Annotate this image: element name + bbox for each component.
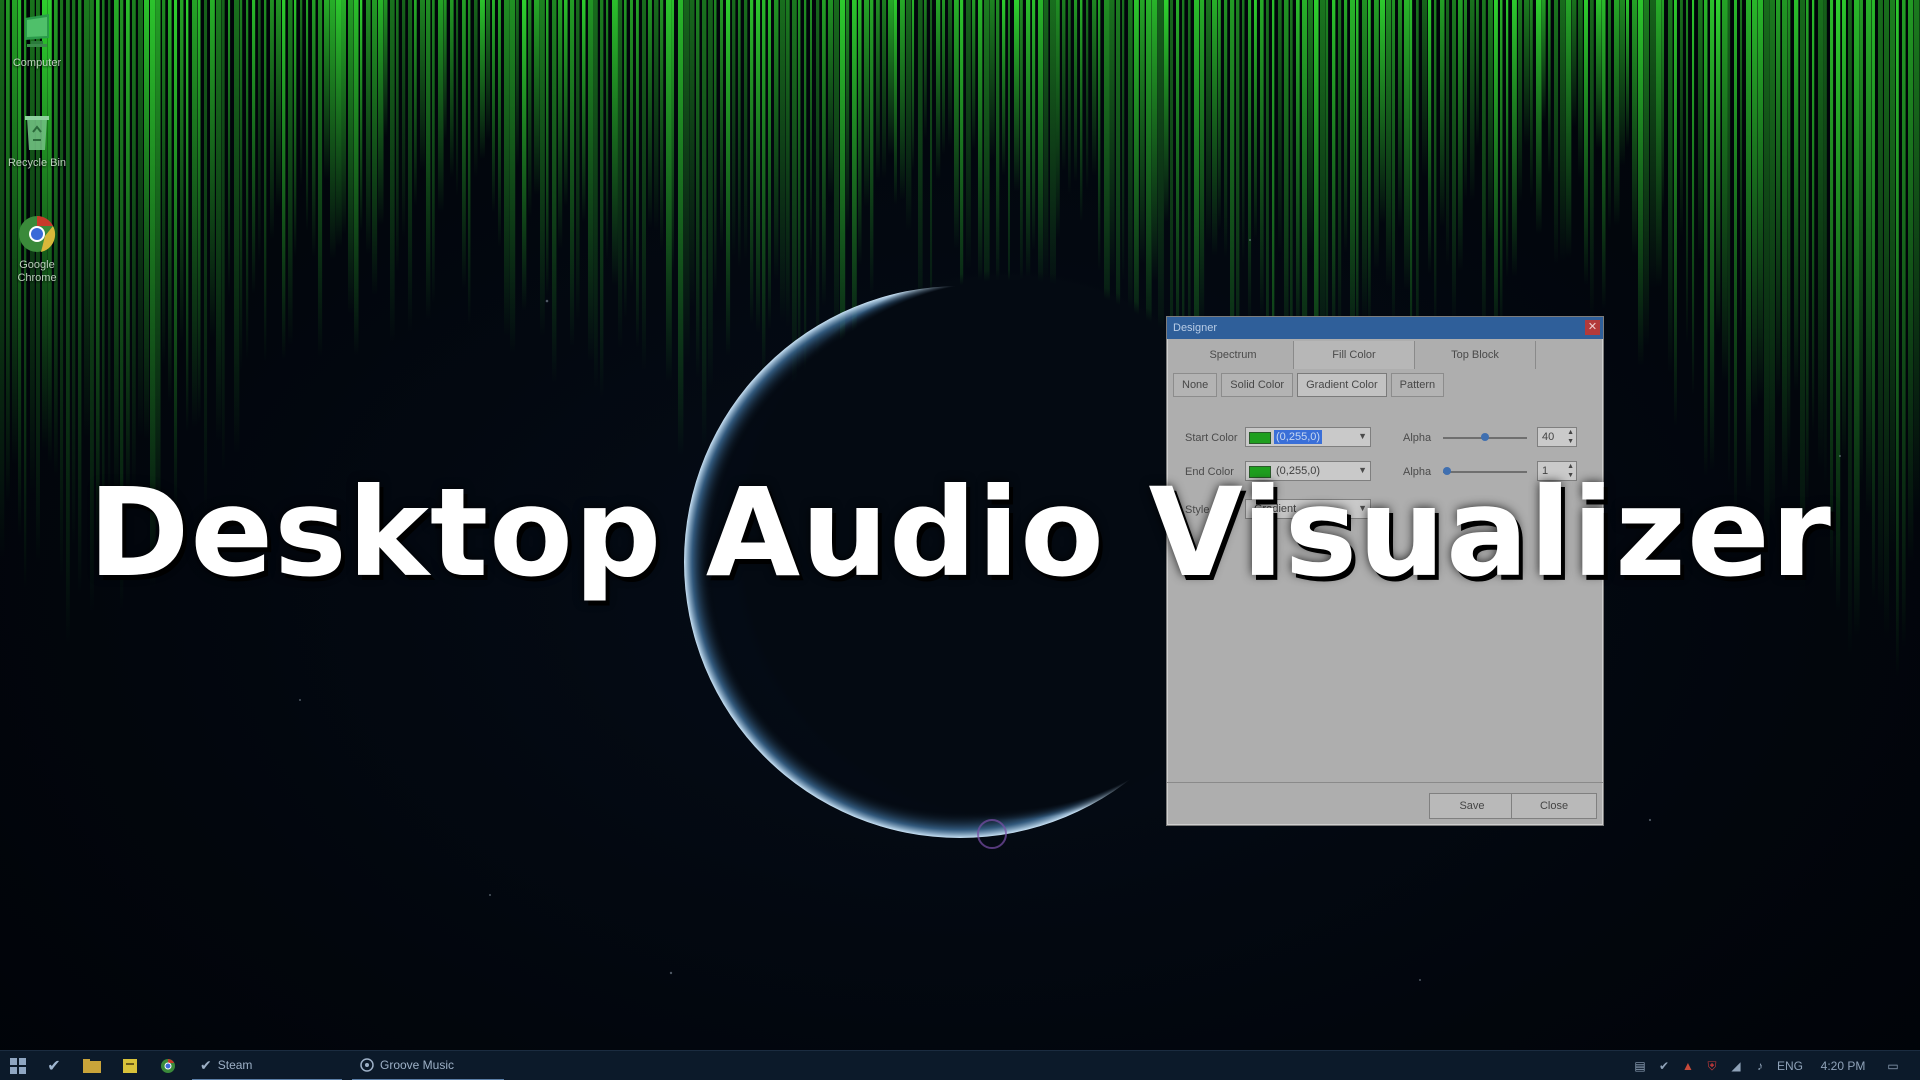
taskbar-app-groove-music[interactable]: Groove Music [352, 1051, 504, 1080]
start-color-value: (0,255,0) [1274, 430, 1323, 444]
designer-tabs: Spectrum Fill Color Top Block [1167, 341, 1603, 369]
taskbar-app-steam[interactable]: ✔ Steam [192, 1051, 342, 1080]
save-button[interactable]: Save [1429, 793, 1515, 819]
clock[interactable]: 4:20 PM [1808, 1059, 1878, 1073]
language-indicator[interactable]: ENG [1772, 1059, 1808, 1073]
taskbar-app-label: Steam [217, 1058, 253, 1072]
system-tray: ▤ ✔ ▲ ⛨ ◢ ♪ ENG 4:20 PM ▭ [1628, 1051, 1908, 1080]
recycle-bin-icon [25, 116, 49, 150]
overlay-title: Desktop Audio Visualizer [88, 462, 1832, 604]
designer-footer: Save Close [1167, 782, 1603, 825]
security-icon[interactable]: ⛨ [1700, 1059, 1724, 1074]
desktop-icon-recycle-bin[interactable]: Recycle Bin [4, 110, 70, 170]
computer-icon [25, 14, 49, 47]
start-alpha-spinner[interactable]: 40 ▲ ▼ [1537, 427, 1577, 447]
fill-mode-tabs: None Solid Color Gradient Color Pattern [1167, 369, 1603, 401]
spinner-arrows-icon[interactable]: ▲ ▼ [1567, 428, 1574, 446]
desktop-icon-computer[interactable]: Computer [4, 10, 70, 70]
start-color-swatch [1249, 432, 1271, 444]
steam-icon: ✔ [200, 1056, 212, 1073]
fill-mode-none[interactable]: None [1173, 373, 1218, 397]
chevron-up-icon[interactable]: ▲ [1676, 1059, 1700, 1073]
folder-icon [83, 1059, 101, 1073]
groove-music-icon [360, 1058, 374, 1072]
fill-mode-gradient[interactable]: Gradient Color [1297, 373, 1387, 397]
desktop: Computer Recycle Bin Google Chrome Desig… [0, 0, 1920, 1080]
chrome-icon [161, 1059, 175, 1073]
volume-icon[interactable]: ♪ [1748, 1059, 1772, 1073]
sticky-notes-icon [123, 1059, 137, 1073]
close-icon[interactable]: ✕ [1585, 320, 1600, 335]
designer-titlebar[interactable]: Designer ✕ [1167, 317, 1603, 339]
chevron-down-icon: ▼ [1358, 431, 1367, 441]
start-button[interactable] [0, 1051, 36, 1080]
start-alpha-slider-thumb[interactable] [1481, 433, 1489, 441]
window-title: Designer [1173, 322, 1218, 334]
network-icon[interactable]: ▤ [1628, 1059, 1652, 1073]
fill-mode-solid[interactable]: Solid Color [1221, 373, 1294, 397]
close-button[interactable]: Close [1511, 793, 1597, 819]
taskbar-chrome[interactable] [150, 1051, 186, 1080]
taskbar: ✔ ✔ Steam Groove Music ▤ ✔ ▲ ⛨ ◢ ♪ ENG 4… [0, 1050, 1920, 1080]
taskbar-pinned-steam[interactable]: ✔ [36, 1051, 72, 1080]
tab-top-block[interactable]: Top Block [1415, 341, 1536, 369]
desktop-icon-label: Recycle Bin [7, 157, 67, 169]
taskbar-file-explorer[interactable] [74, 1051, 110, 1080]
chrome-icon [19, 216, 56, 252]
start-color-dropdown[interactable]: (0,255,0) ▼ [1245, 427, 1371, 447]
fill-mode-pattern[interactable]: Pattern [1390, 373, 1445, 397]
desktop-icon-label: Computer [12, 57, 62, 69]
desktop-icon-label: Google Chrome [17, 259, 57, 284]
checkmark-icon: ✔ [47, 1058, 61, 1075]
notifications-icon[interactable]: ▭ [1878, 1059, 1908, 1073]
windows-icon [10, 1058, 26, 1074]
tab-fill-color[interactable]: Fill Color [1294, 341, 1415, 369]
desktop-icon-chrome[interactable]: Google Chrome [4, 212, 70, 285]
taskbar-notes[interactable] [112, 1051, 148, 1080]
steam-tray-icon[interactable]: ✔ [1652, 1059, 1676, 1073]
start-alpha-label: Alpha [1403, 432, 1432, 444]
start-alpha-value: 40 [1542, 431, 1555, 443]
wifi-icon[interactable]: ◢ [1724, 1059, 1748, 1073]
tab-spectrum[interactable]: Spectrum [1173, 341, 1294, 369]
taskbar-app-label: Groove Music [380, 1058, 455, 1072]
start-color-label: Start Color [1185, 432, 1238, 444]
start-color-row: Start Color (0,255,0) ▼ Alpha 40 ▲ ▼ [1167, 427, 1603, 451]
